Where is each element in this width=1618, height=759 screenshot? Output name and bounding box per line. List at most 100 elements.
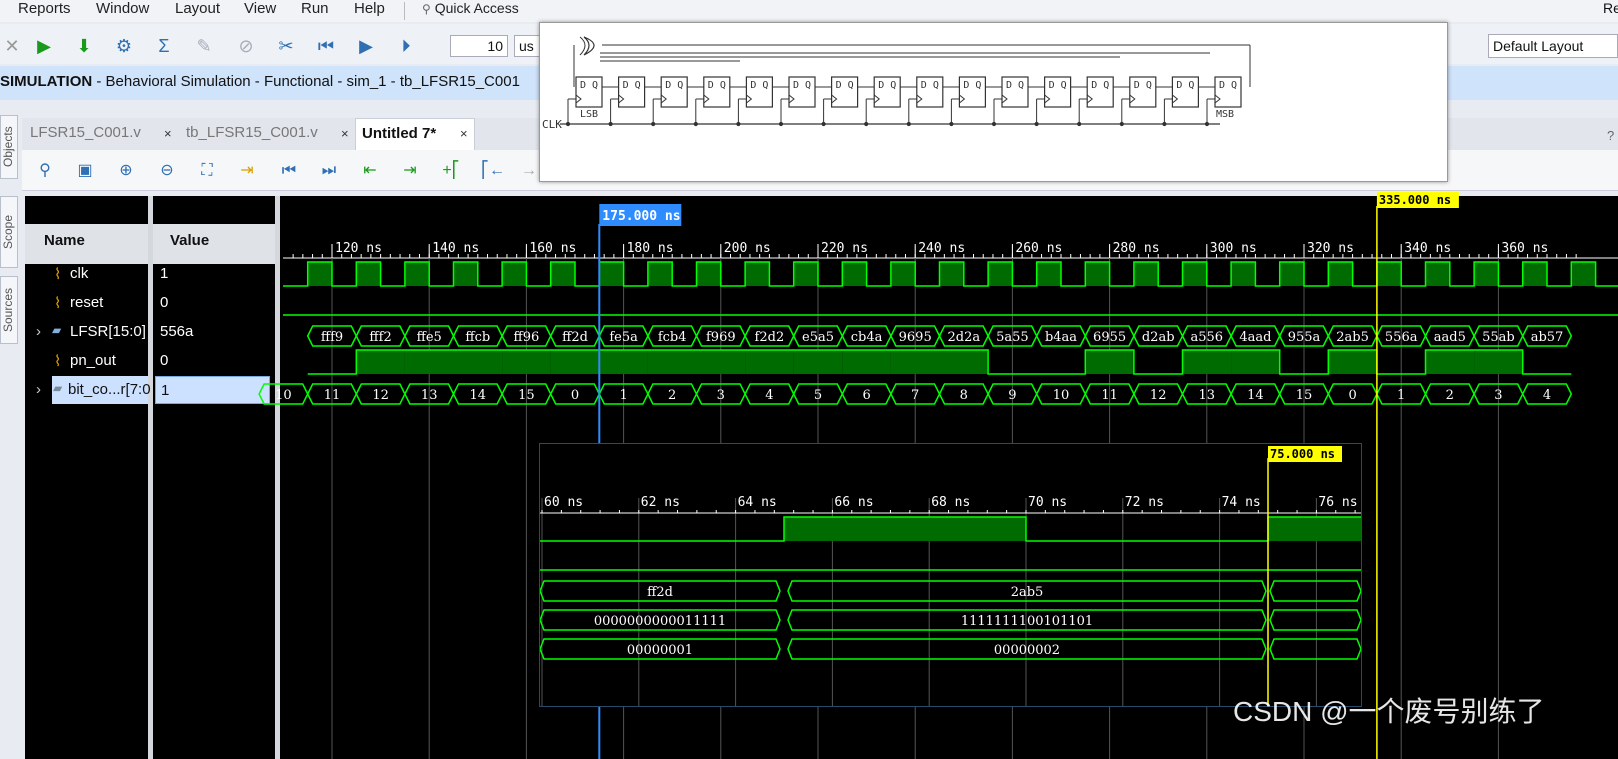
- counter-value: 0: [571, 388, 579, 403]
- lfsr-value: d2ab: [1142, 330, 1175, 345]
- clk-high-fill: [939, 262, 964, 286]
- zoom-tick-label: 66 ns: [834, 495, 873, 510]
- pn-high-fill: [647, 350, 697, 374]
- zoom-lfsr-value: ff2d: [647, 585, 673, 600]
- pn-high-fill: [1474, 350, 1523, 374]
- lfsr-value: e5a5: [802, 330, 834, 345]
- lfsr-value: f2d2: [755, 330, 785, 345]
- clk-high-fill: [1522, 262, 1547, 286]
- clk-high-fill: [793, 262, 818, 286]
- flip-flop-label: D Q: [708, 80, 726, 91]
- pn-high-fill: [502, 350, 551, 374]
- clk-high-fill: [1474, 262, 1499, 286]
- lfsr-value: fe5a: [609, 330, 638, 345]
- pn-high-fill: [599, 350, 648, 374]
- lfsr-value: a556: [1191, 330, 1224, 345]
- flip-flop-label: D Q: [1134, 80, 1152, 91]
- counter-value: 0: [1348, 388, 1356, 403]
- zoom-marker-label: 75.000 ns: [1270, 447, 1335, 461]
- counter-value: 10: [1053, 388, 1070, 403]
- zoom-tick-label: 76 ns: [1318, 495, 1357, 510]
- lfsr-value: 55ab: [1482, 330, 1515, 345]
- zoom-clk-fill: [1268, 517, 1361, 541]
- lfsr-value: ffe5: [417, 330, 442, 345]
- lfsr-value: 556a: [1385, 330, 1418, 345]
- pn-high-fill: [1425, 350, 1475, 374]
- pn-high-fill: [453, 350, 503, 374]
- clk-high-fill: [1182, 262, 1207, 286]
- counter-value: 5: [814, 388, 822, 403]
- lfsr-value: ffcb: [465, 330, 490, 345]
- clk-high-fill: [1133, 262, 1159, 286]
- tick-label: 140 ns: [432, 241, 479, 256]
- clock-triangle: [746, 94, 753, 104]
- counter-value: 8: [960, 388, 968, 403]
- lfsr-value: 9695: [899, 330, 932, 345]
- clock-triangle: [1044, 94, 1051, 104]
- counter-value: 3: [717, 388, 725, 403]
- flip-flop-label: D Q: [1049, 80, 1067, 91]
- lfsr-value: f969: [706, 330, 736, 345]
- lfsr-value: aad5: [1434, 330, 1466, 345]
- zoom-tick-label: 72 ns: [1125, 495, 1164, 510]
- flip-flop-label: D Q: [963, 80, 981, 91]
- counter-value: 11: [1101, 388, 1118, 403]
- counter-value: 7: [911, 388, 919, 403]
- flip-flop-label: D Q: [623, 80, 641, 91]
- zoom-lfsr-bin-value: 0000000000011111: [594, 614, 726, 629]
- counter-value: 14: [470, 388, 487, 403]
- tick-label: 280 ns: [1113, 241, 1160, 256]
- clock-triangle: [1001, 94, 1008, 104]
- xor-gate: [583, 36, 595, 56]
- pn-high-fill: [696, 350, 746, 374]
- flip-flop-label: D Q: [1006, 80, 1024, 91]
- clock-triangle: [959, 94, 966, 104]
- clk-high-fill: [599, 262, 624, 286]
- clock-triangle: [1129, 94, 1136, 104]
- lfsr-schematic: D QD QD QD QD QD QD QD QD QD QD QD QD QD…: [542, 36, 1251, 131]
- cursor-label: 175.000 ns: [602, 209, 680, 224]
- clk-high-fill: [988, 262, 1013, 286]
- clk-high-fill: [696, 262, 721, 286]
- lfsr-value: 2ab5: [1336, 330, 1369, 345]
- clk-high-fill: [1231, 262, 1256, 286]
- lfsr-value: ff2d: [562, 330, 588, 345]
- pn-high-fill: [550, 350, 600, 374]
- clock-triangle: [660, 94, 668, 104]
- clock-triangle: [1086, 94, 1094, 104]
- tick-label: 340 ns: [1404, 241, 1451, 256]
- zoom-clk-fill: [784, 517, 1026, 541]
- zoom-tick-label: 68 ns: [931, 495, 970, 510]
- counter-value: 15: [518, 388, 535, 403]
- msb-label: MSB: [1216, 109, 1234, 120]
- clk-high-fill: [1376, 262, 1402, 286]
- tick-label: 260 ns: [1015, 241, 1062, 256]
- clk-high-fill: [1279, 262, 1304, 286]
- lfsr-value: fff2: [369, 330, 391, 345]
- clk-high-fill: [1425, 262, 1450, 286]
- zoom-counter-segment: [1269, 638, 1362, 660]
- flip-flop-label: D Q: [665, 80, 683, 91]
- zoom-tick-label: 70 ns: [1028, 495, 1067, 510]
- lfsr-schematic-image: D QD QD QD QD QD QD QD QD QD QD QD QD QD…: [539, 22, 1448, 182]
- clock-triangle: [788, 94, 795, 104]
- lfsr-value: fcb4: [658, 330, 687, 345]
- flip-flop-label: D Q: [836, 80, 854, 91]
- clock-triangle: [831, 94, 838, 104]
- clk-high-fill: [890, 262, 916, 286]
- flip-flop-label: D Q: [921, 80, 939, 91]
- pn-high-fill: [404, 350, 454, 374]
- zoom-lfsr-value: 2ab5: [1011, 585, 1044, 600]
- clk-high-fill: [453, 262, 478, 286]
- counter-value: 13: [421, 388, 438, 403]
- counter-value: 1: [619, 388, 627, 403]
- clock-triangle: [1172, 94, 1179, 104]
- counter-value: 3: [1494, 388, 1502, 403]
- zoom-lfsr-bin-segment: [1269, 609, 1362, 631]
- clk-label: CLK: [542, 118, 562, 131]
- clk-high-fill: [1085, 262, 1110, 286]
- flip-flop-label: D Q: [1219, 80, 1237, 91]
- flip-flop-label: D Q: [793, 80, 811, 91]
- clk-high-fill: [307, 262, 332, 286]
- pn-high-fill: [1231, 350, 1280, 374]
